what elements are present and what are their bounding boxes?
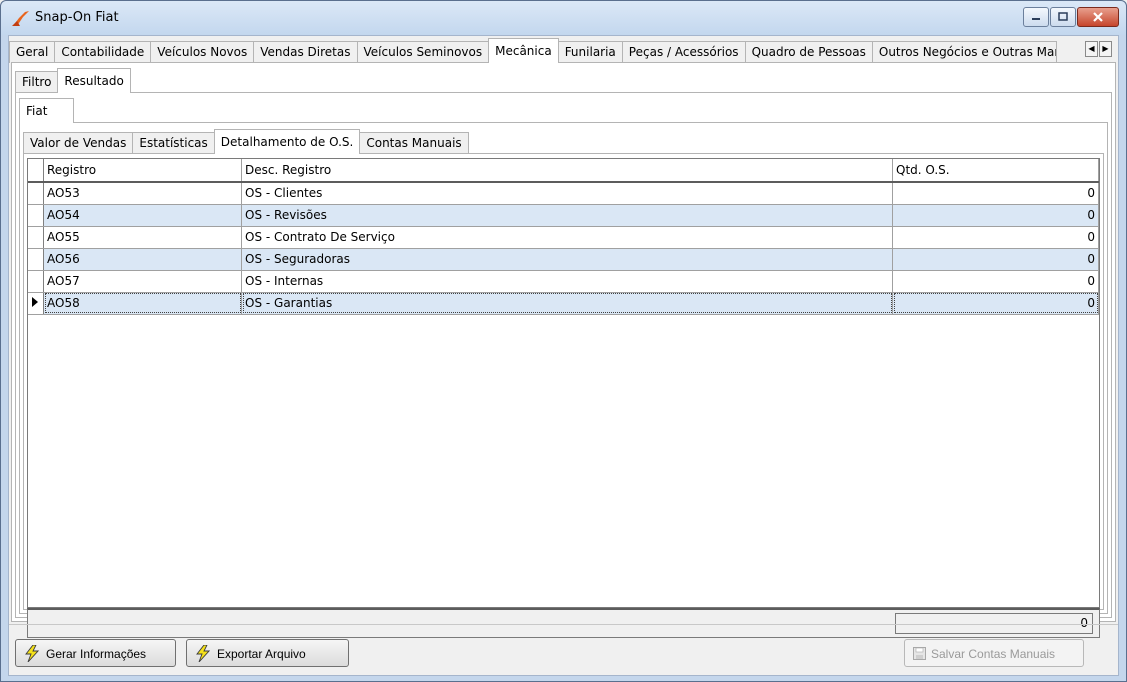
- table-row[interactable]: AO53 OS - Clientes 0: [28, 182, 1099, 205]
- cell-desc-registro[interactable]: OS - Clientes: [241, 182, 893, 205]
- cell-registro[interactable]: AO56: [43, 248, 242, 271]
- tab-outros-negocios[interactable]: Outros Negócios e Outras Mar: [871, 41, 1057, 63]
- snapon-logo-icon: [12, 11, 29, 26]
- close-button[interactable]: [1077, 7, 1119, 27]
- cell-desc-registro[interactable]: OS - Seguradoras: [241, 248, 893, 271]
- current-row-arrow-icon: [32, 296, 38, 307]
- cell-desc-registro[interactable]: OS - Contrato De Serviço: [241, 226, 893, 249]
- minimize-button[interactable]: [1023, 7, 1049, 27]
- title-bar[interactable]: Snap-On Fiat: [1, 1, 1126, 35]
- row-indicator[interactable]: [28, 270, 44, 293]
- tab-valor-de-vendas[interactable]: Valor de Vendas: [23, 132, 134, 154]
- tab-resultado[interactable]: Resultado: [57, 68, 131, 93]
- row-indicator[interactable]: [28, 204, 44, 227]
- tab-mecanica[interactable]: Mecânica: [488, 38, 559, 63]
- lightning-icon: [25, 645, 39, 662]
- detail-tab-strip: Valor de Vendas Estatísticas Detalhament…: [23, 129, 469, 154]
- brand-tab-strip: Fiat: [19, 98, 74, 123]
- exportar-arquivo-button[interactable]: Exportar Arquivo: [186, 639, 349, 667]
- table-row[interactable]: AO55 OS - Contrato De Serviço 0: [28, 226, 1099, 249]
- row-indicator[interactable]: [28, 182, 44, 205]
- tab-geral[interactable]: Geral: [9, 41, 56, 63]
- cell-registro[interactable]: AO58: [43, 292, 242, 315]
- column-header-registro[interactable]: Registro: [43, 159, 242, 183]
- tab-vendas-diretas[interactable]: Vendas Diretas: [253, 41, 358, 63]
- window-controls: [1022, 7, 1119, 29]
- os-table: Registro Desc. Registro Qtd. O.S. AO53 O…: [28, 159, 1099, 315]
- salvar-contas-manuais-label: Salvar Contas Manuais: [931, 647, 1056, 661]
- tab-veiculos-seminovos[interactable]: Veículos Seminovos: [356, 41, 490, 63]
- cell-registro[interactable]: AO57: [43, 270, 242, 293]
- tab-detalhamento-os[interactable]: Detalhamento de O.S.: [213, 129, 361, 154]
- app-window: Snap-On Fiat Geral Contabilidade Veículo…: [0, 0, 1127, 682]
- os-data-grid[interactable]: Registro Desc. Registro Qtd. O.S. AO53 O…: [27, 158, 1100, 608]
- cell-qtd-os[interactable]: 0: [892, 270, 1099, 293]
- tab-scroll-right-button[interactable]: ▶: [1099, 41, 1112, 57]
- tab-pecas-acessorios[interactable]: Peças / Acessórios: [621, 41, 746, 63]
- row-indicator-current[interactable]: [28, 292, 44, 315]
- gerar-informacoes-button[interactable]: Gerar Informações: [15, 639, 176, 667]
- tab-scroll-left-button[interactable]: ◀: [1085, 41, 1098, 57]
- window-title: Snap-On Fiat: [35, 10, 119, 25]
- table-row[interactable]: AO54 OS - Revisões 0: [28, 204, 1099, 227]
- cell-qtd-os[interactable]: 0: [892, 292, 1099, 315]
- table-header-row: Registro Desc. Registro Qtd. O.S.: [28, 159, 1099, 183]
- row-indicator[interactable]: [28, 226, 44, 249]
- tab-quadro-de-pessoas[interactable]: Quadro de Pessoas: [744, 41, 873, 63]
- cell-registro[interactable]: AO53: [43, 182, 242, 205]
- tab-filtro[interactable]: Filtro: [15, 71, 59, 93]
- lightning-icon: [196, 645, 210, 662]
- cell-qtd-os[interactable]: 0: [892, 248, 1099, 271]
- cell-qtd-os[interactable]: 0: [892, 226, 1099, 249]
- table-row[interactable]: AO56 OS - Seguradoras 0: [28, 248, 1099, 271]
- cell-desc-registro[interactable]: OS - Revisões: [241, 204, 893, 227]
- minimize-icon: [1032, 18, 1040, 20]
- table-row-selected[interactable]: AO58 OS - Garantias 0: [28, 292, 1099, 315]
- maximize-button[interactable]: [1050, 7, 1076, 27]
- row-indicator-header: [28, 159, 44, 183]
- tab-fiat[interactable]: Fiat: [19, 98, 74, 123]
- floppy-disk-icon: [913, 647, 926, 660]
- cell-qtd-os[interactable]: 0: [892, 182, 1099, 205]
- sub-tab-strip: Filtro Resultado: [15, 68, 131, 93]
- grid-footer: 0: [27, 608, 1100, 638]
- cell-desc-registro[interactable]: OS - Garantias: [241, 292, 893, 315]
- main-tab-strip: Geral Contabilidade Veículos Novos Venda…: [9, 38, 1057, 63]
- cell-desc-registro[interactable]: OS - Internas: [241, 270, 893, 293]
- maximize-icon: [1058, 12, 1068, 21]
- table-row[interactable]: AO57 OS - Internas 0: [28, 270, 1099, 293]
- tab-estatisticas[interactable]: Estatísticas: [132, 132, 215, 154]
- tab-contabilidade[interactable]: Contabilidade: [54, 41, 152, 63]
- tab-scroll-buttons: ◀ ▶: [1084, 41, 1112, 57]
- tab-veiculos-novos[interactable]: Veículos Novos: [150, 41, 255, 63]
- button-separator: [9, 624, 1118, 625]
- column-header-qtd-os[interactable]: Qtd. O.S.: [892, 159, 1099, 183]
- cell-registro[interactable]: AO55: [43, 226, 242, 249]
- tab-contas-manuais[interactable]: Contas Manuais: [359, 132, 469, 154]
- tab-funilaria[interactable]: Funilaria: [557, 41, 623, 63]
- client-area: Geral Contabilidade Veículos Novos Venda…: [8, 35, 1119, 676]
- cell-qtd-os[interactable]: 0: [892, 204, 1099, 227]
- row-indicator[interactable]: [28, 248, 44, 271]
- cell-registro[interactable]: AO54: [43, 204, 242, 227]
- gerar-informacoes-label: Gerar Informações: [46, 647, 147, 661]
- close-icon: [1093, 12, 1103, 22]
- salvar-contas-manuais-button[interactable]: Salvar Contas Manuais: [904, 639, 1084, 667]
- exportar-arquivo-label: Exportar Arquivo: [217, 647, 306, 661]
- column-header-desc-registro[interactable]: Desc. Registro: [241, 159, 893, 183]
